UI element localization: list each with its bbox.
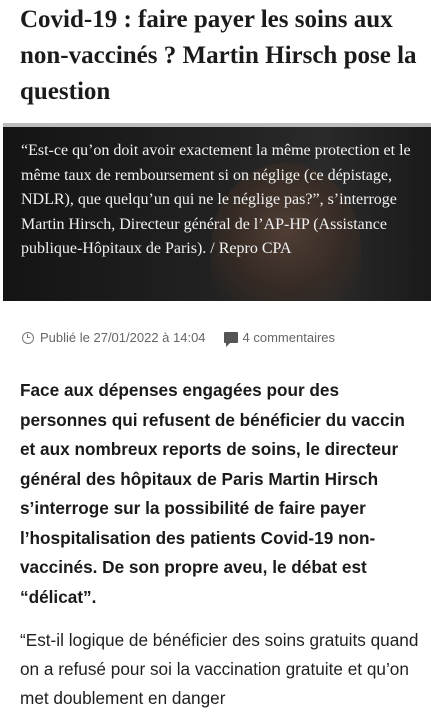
published-date: Publié le 27/01/2022 à 14:04 — [40, 330, 206, 345]
clock-icon — [22, 331, 34, 344]
comment-icon[interactable] — [223, 332, 238, 347]
image-top-border — [3, 123, 431, 127]
article-title: Covid-19 : faire payer les soins aux non… — [20, 6, 417, 105]
article-lede: Face aux dépenses engagées pour des pers… — [20, 380, 405, 607]
comments-link[interactable]: 4 commentaires — [243, 330, 335, 345]
article-image[interactable]: “Est-ce qu’on doit avoir exactement la m… — [3, 123, 431, 301]
article-paragraph: “Est-il logique de bénéficier des soins … — [20, 630, 419, 708]
article-meta: Publié le 27/01/2022 à 14:04 4 commentai… — [22, 330, 335, 347]
image-caption: “Est-ce qu’on doit avoir exactement la m… — [21, 142, 411, 257]
